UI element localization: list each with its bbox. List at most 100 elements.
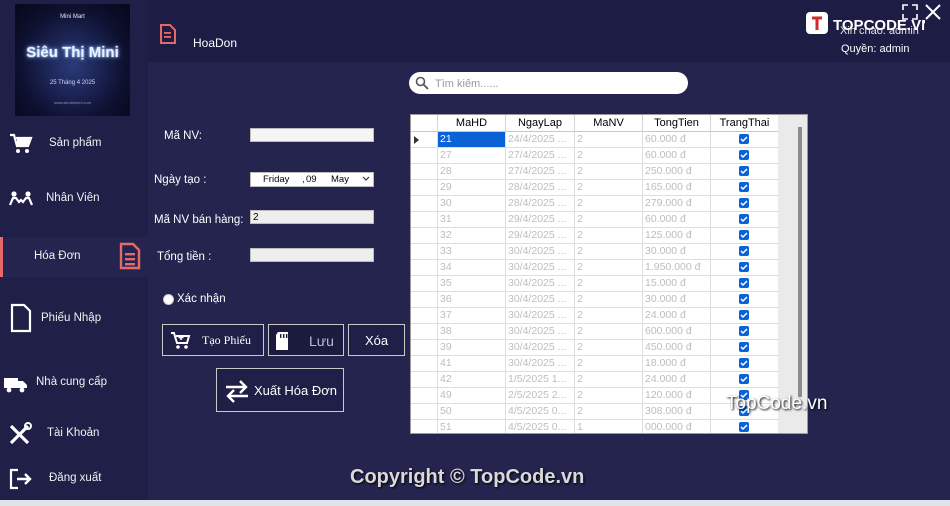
grid-cell[interactable]: 2 — [575, 148, 643, 164]
grid-cell[interactable]: 30.000 đ — [643, 292, 711, 308]
grid-cell[interactable]: 2 — [575, 180, 643, 196]
status-checkbox[interactable] — [739, 262, 749, 272]
grid-cell[interactable]: 60.000 đ — [643, 132, 711, 148]
grid-cell[interactable]: 2 — [575, 276, 643, 292]
grid-cell[interactable]: 2 — [575, 164, 643, 180]
tao-phieu-button[interactable]: Tạo Phiếu — [162, 324, 264, 356]
sidebar-item-tai-khoan[interactable]: Tài Khoản — [0, 414, 148, 454]
grid-cell[interactable]: 18.000 đ — [643, 356, 711, 372]
row-header[interactable] — [411, 388, 438, 404]
grid-cell[interactable]: 1.950.000 đ — [643, 260, 711, 276]
grid-cell[interactable]: 2 — [575, 244, 643, 260]
grid-cell[interactable]: 450.000 đ — [643, 340, 711, 356]
grid-cell[interactable]: 24.000 đ — [643, 308, 711, 324]
row-header[interactable] — [411, 404, 438, 420]
grid-cell[interactable]: 2 — [575, 404, 643, 420]
search-box[interactable] — [409, 72, 688, 94]
grid-cell[interactable]: 15.000 đ — [643, 276, 711, 292]
column-header-mahd[interactable]: MaHD — [438, 115, 506, 132]
status-checkbox[interactable] — [739, 422, 749, 432]
grid-cell[interactable]: 29 — [438, 180, 506, 196]
close-icon[interactable] — [923, 2, 943, 22]
grid-cell[interactable]: 24/4/2025 ... — [506, 132, 575, 148]
row-header[interactable] — [411, 228, 438, 244]
grid-cell[interactable]: 308.000 đ — [643, 404, 711, 420]
grid-cell[interactable]: 2 — [575, 228, 643, 244]
status-checkbox[interactable] — [739, 374, 749, 384]
grid-cell[interactable]: 250.000 đ — [643, 164, 711, 180]
row-header[interactable] — [411, 340, 438, 356]
status-checkbox[interactable] — [739, 246, 749, 256]
sidebar-item-dang-xuat[interactable]: Đăng xuất — [0, 459, 148, 499]
grid-cell[interactable]: 28 — [438, 164, 506, 180]
column-header-trangthai[interactable]: TrangThai — [711, 115, 779, 132]
grid-cell[interactable]: 29/4/2025 ... — [506, 228, 575, 244]
row-header[interactable] — [411, 372, 438, 388]
trangthai-cell[interactable] — [711, 244, 779, 260]
row-header[interactable] — [411, 196, 438, 212]
invoice-grid[interactable]: MaHD NgayLap MaNV TongTien TrangThai 21 2… — [410, 114, 808, 434]
column-header-manv[interactable]: MaNV — [575, 115, 643, 132]
trangthai-cell[interactable] — [711, 340, 779, 356]
sidebar-item-nhan-vien[interactable]: Nhân Viên — [0, 179, 148, 219]
trangthai-cell[interactable] — [711, 228, 779, 244]
row-header[interactable] — [411, 260, 438, 276]
status-checkbox[interactable] — [739, 134, 749, 144]
grid-cell[interactable]: 2 — [575, 212, 643, 228]
status-checkbox[interactable] — [739, 358, 749, 368]
grid-cell[interactable]: 2 — [575, 132, 643, 148]
grid-cell[interactable]: 4/5/2025 0... — [506, 404, 575, 420]
sidebar-item-phieu-nhap[interactable]: Phiếu Nhập — [0, 299, 148, 339]
grid-cell[interactable]: 2 — [575, 372, 643, 388]
grid-cell[interactable]: 1 — [575, 420, 643, 433]
status-checkbox[interactable] — [739, 150, 749, 160]
xuat-hoa-don-button[interactable]: Xuất Hóa Đơn — [216, 368, 344, 412]
grid-cell[interactable]: 21 — [438, 132, 506, 148]
status-checkbox[interactable] — [739, 166, 749, 176]
sidebar-item-nha-cung-cap[interactable]: Nhà cung cấp — [0, 363, 148, 403]
trangthai-cell[interactable] — [711, 212, 779, 228]
grid-cell[interactable]: 2 — [575, 292, 643, 308]
grid-cell[interactable]: 2 — [575, 388, 643, 404]
grid-scrollbar[interactable] — [778, 115, 807, 433]
tongtien-input[interactable] — [250, 248, 374, 262]
grid-cell[interactable]: 2 — [575, 308, 643, 324]
status-checkbox[interactable] — [739, 198, 749, 208]
grid-cell[interactable]: 279.000 đ — [643, 196, 711, 212]
grid-cell[interactable]: 27/4/2025 ... — [506, 164, 575, 180]
grid-cell[interactable]: 120.000 đ — [643, 388, 711, 404]
trangthai-cell[interactable] — [711, 308, 779, 324]
row-header[interactable] — [411, 180, 438, 196]
grid-cell[interactable]: 2 — [575, 260, 643, 276]
trangthai-cell[interactable] — [711, 132, 779, 148]
row-header[interactable] — [411, 356, 438, 372]
grid-cell[interactable]: 39 — [438, 340, 506, 356]
manv-banhang-input[interactable]: 2 — [250, 210, 374, 224]
status-checkbox[interactable] — [739, 326, 749, 336]
row-header[interactable] — [411, 276, 438, 292]
status-checkbox[interactable] — [739, 310, 749, 320]
row-header[interactable] — [411, 308, 438, 324]
manv-input[interactable] — [250, 128, 374, 142]
grid-cell[interactable]: 30/4/2025 ... — [506, 244, 575, 260]
grid-cell[interactable]: 60.000 đ — [643, 212, 711, 228]
grid-cell[interactable]: 37 — [438, 308, 506, 324]
grid-cell[interactable]: 49 — [438, 388, 506, 404]
trangthai-cell[interactable] — [711, 148, 779, 164]
status-checkbox[interactable] — [739, 342, 749, 352]
grid-cell[interactable]: 30.000 đ — [643, 244, 711, 260]
grid-cell[interactable]: 2/5/2025 2... — [506, 388, 575, 404]
grid-cell[interactable]: 4/5/2025 0... — [506, 420, 575, 433]
sidebar-item-hoa-don[interactable]: Hóa Đơn — [0, 237, 151, 277]
row-header[interactable] — [411, 324, 438, 340]
grid-cell[interactable]: 34 — [438, 260, 506, 276]
scrollbar-thumb[interactable] — [798, 127, 802, 397]
search-input[interactable] — [433, 75, 677, 93]
row-header[interactable] — [411, 164, 438, 180]
trangthai-cell[interactable] — [711, 260, 779, 276]
grid-cell[interactable]: 27 — [438, 148, 506, 164]
trangthai-cell[interactable] — [711, 372, 779, 388]
trangthai-cell[interactable] — [711, 164, 779, 180]
xacnhan-radio[interactable] — [163, 294, 174, 305]
xoa-button[interactable]: Xóa — [348, 324, 405, 356]
